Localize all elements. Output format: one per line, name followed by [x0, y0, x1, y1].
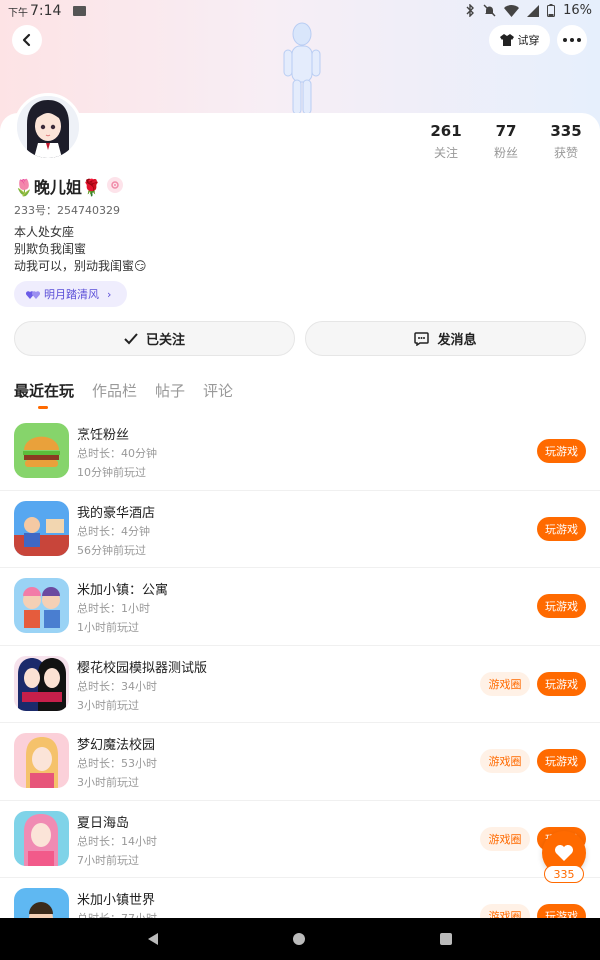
bluetooth-icon [466, 4, 475, 17]
heart-icon [555, 845, 573, 861]
more-button[interactable] [557, 25, 587, 55]
bio-line: 本人处女座 [14, 225, 75, 239]
list-item[interactable]: 樱花校园模拟器测试版 总时长：34小时 3小时前玩过 游戏圈 玩游戏 [0, 646, 600, 723]
checkmark-icon [124, 332, 138, 344]
game-icon-sakura-school [14, 655, 69, 711]
chat-bubble-icon [414, 331, 430, 346]
game-icon-apartment [14, 578, 69, 633]
stat-likes[interactable]: 335 获赞 [536, 122, 596, 161]
game-title: 米加小镇：公寓 [77, 583, 169, 598]
game-circle-button[interactable]: 游戏圈 [480, 749, 530, 773]
game-title: 米加小镇世界 [77, 893, 156, 908]
message-label: 发消息 [437, 333, 477, 348]
list-item[interactable]: 米加小镇：公寓 总时长：1小时 1小时前玩过 玩游戏 [0, 568, 600, 646]
bio-line: 别欺负我闺蜜 [14, 242, 87, 256]
stat-likes-label: 获赞 [553, 146, 578, 160]
game-last-played: 3小时前玩过 [77, 698, 139, 712]
game-icon-hotel [14, 500, 69, 556]
game-icon-summer-island [14, 810, 69, 866]
bio-line: 动我可以，别动我闺蜜😏 [14, 259, 147, 273]
message-button[interactable]: 发消息 [305, 321, 586, 356]
game-duration: 总时长：14小时 [77, 834, 157, 848]
try-on-label: 试穿 [517, 34, 540, 47]
user-id: 233号：254740329 [14, 204, 120, 217]
profile-actions: 已关注 发消息 [14, 321, 586, 356]
bio: 本人处女座 别欺负我闺蜜 动我可以，别动我闺蜜😏 [14, 224, 147, 275]
try-on-button[interactable]: 试穿 [489, 25, 550, 55]
play-game-button[interactable]: 玩游戏 [537, 594, 586, 618]
status-time: 7:14 [30, 3, 62, 19]
nav-home-icon[interactable] [293, 933, 305, 945]
game-title: 樱花校园模拟器测试版 [77, 660, 208, 676]
list-item[interactable]: 夏日海岛 总时长：14小时 7小时前玩过 游戏圈 玩游戏 [0, 801, 600, 878]
game-title: 梦幻魔法校园 [77, 738, 156, 753]
battery-icon [547, 4, 556, 17]
game-duration: 总时长：34小时 [77, 679, 157, 693]
tab-indicator [38, 406, 48, 409]
bell-off-icon [483, 4, 496, 17]
nickname: 🌷晚儿姐🌹 [14, 178, 102, 197]
play-game-button[interactable]: 玩游戏 [537, 749, 586, 773]
list-item[interactable]: 我的豪华酒店 总时长：4分钟 56分钟前玩过 玩游戏 [0, 491, 600, 568]
chevron-left-icon [22, 33, 31, 47]
following-label: 已关注 [145, 333, 185, 348]
battery-percent: 16% [563, 3, 592, 18]
stat-followers-value: 77 [495, 122, 517, 140]
game-circle-button[interactable]: 游戏圈 [480, 826, 530, 851]
game-duration: 总时长：40分钟 [77, 447, 157, 460]
tab-works[interactable]: 作品栏 [92, 380, 137, 401]
list-item[interactable]: 烹饪粉丝 总时长：40分钟 10分钟前玩过 玩游戏 [0, 413, 600, 491]
game-list: 烹饪粉丝 总时长：40分钟 10分钟前玩过 玩游戏 我的豪华酒店 总时长：4分钟… [0, 413, 600, 956]
game-icon-burger [14, 423, 69, 478]
wifi-icon [504, 4, 520, 17]
game-title: 烹饪粉丝 [77, 428, 130, 443]
play-game-button[interactable]: 玩游戏 [537, 516, 586, 541]
chevron-right-icon: › [107, 287, 112, 301]
avatar-portrait [17, 96, 79, 158]
floating-like-count: 335 [544, 865, 584, 883]
game-duration: 总时长：1小时 [77, 602, 150, 615]
game-last-played: 56分钟前玩过 [77, 543, 146, 557]
stat-followers[interactable]: 77 粉丝 [476, 122, 536, 161]
game-duration: 总时长：4分钟 [77, 524, 150, 538]
game-last-played: 7小时前玩过 [77, 853, 139, 867]
following-button[interactable]: 已关注 [14, 321, 295, 356]
tab-comments[interactable]: 评论 [203, 380, 233, 401]
status-ampm: 下午 [8, 7, 28, 19]
flower-badge-icon[interactable] [107, 177, 123, 193]
game-last-played: 3小时前玩过 [77, 776, 139, 789]
profile-stats: 261 关注 77 粉丝 335 获赞 [416, 122, 596, 161]
game-last-played: 1小时前玩过 [77, 621, 139, 634]
stat-followers-label: 粉丝 [493, 146, 518, 160]
bond-tag-label: 明月踏清风 [44, 288, 99, 301]
stat-following-label: 关注 [433, 146, 458, 160]
game-icon-magic-school [14, 733, 69, 788]
nav-back-icon[interactable] [146, 932, 160, 946]
avatar[interactable] [14, 93, 82, 161]
signal-icon [527, 4, 540, 17]
game-circle-button[interactable]: 游戏圈 [480, 671, 530, 696]
bond-tag[interactable]: 明月踏清风 › [14, 281, 127, 307]
game-last-played: 10分钟前玩过 [77, 466, 146, 479]
back-button[interactable] [12, 25, 42, 55]
play-game-button[interactable]: 玩游戏 [537, 439, 586, 463]
status-bar: 下午 7:14 16% [0, 0, 600, 22]
tshirt-icon [499, 34, 514, 46]
nav-recents-icon[interactable] [440, 933, 452, 945]
tab-recently-played[interactable]: 最近在玩 [14, 380, 74, 401]
more-dots-icon [563, 38, 567, 42]
tab-posts[interactable]: 帖子 [155, 380, 185, 401]
stat-following-value: 261 [430, 122, 462, 140]
stat-following[interactable]: 261 关注 [416, 122, 476, 161]
game-title: 夏日海岛 [77, 815, 130, 831]
stat-likes-value: 335 [550, 122, 582, 140]
avatar-figure-illustration [283, 22, 321, 114]
mail-icon [73, 6, 87, 16]
play-game-button[interactable]: 玩游戏 [537, 671, 586, 696]
list-item[interactable]: 梦幻魔法校园 总时长：53小时 3小时前玩过 游戏圈 玩游戏 [0, 723, 600, 801]
game-duration: 总时长：53小时 [77, 757, 157, 770]
profile-tabs: 最近在玩 作品栏 帖子 评论 [14, 380, 233, 401]
game-title: 我的豪华酒店 [77, 505, 156, 521]
double-heart-icon [26, 290, 40, 299]
